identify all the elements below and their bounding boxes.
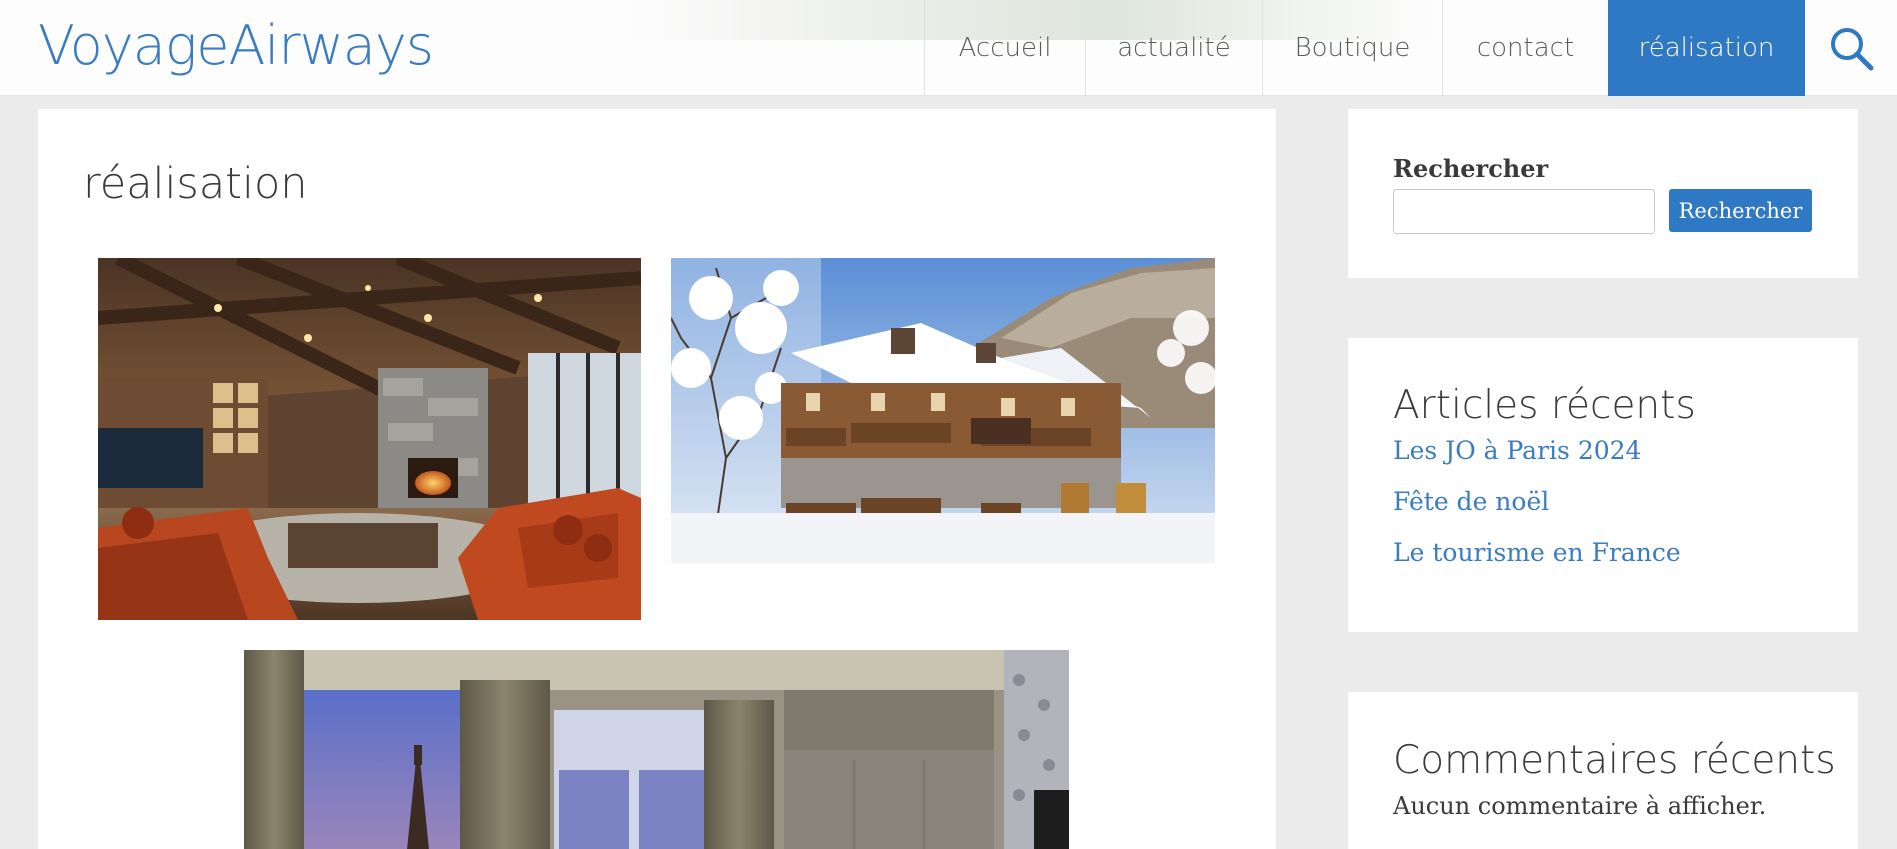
main-content: réalisation (38, 109, 1276, 849)
living-room-photo[interactable] (98, 258, 641, 620)
search-submit-button[interactable]: Rechercher (1669, 189, 1812, 232)
snowy-chalet-photo[interactable] (671, 258, 1215, 563)
recent-post-link-tourisme-france[interactable]: Le tourisme en France (1393, 538, 1681, 567)
page-title: réalisation (83, 159, 308, 209)
nav-item-realisation[interactable]: réalisation (1608, 0, 1805, 96)
recent-posts-title: Articles récents (1393, 383, 1696, 428)
recent-post-link-jo-paris[interactable]: Les JO à Paris 2024 (1393, 436, 1641, 465)
nav-item-boutique[interactable]: Boutique (1262, 0, 1442, 96)
header-search-button[interactable] (1805, 0, 1897, 96)
site-header: VoyageAirways Accueil actualité Boutique… (0, 0, 1897, 96)
paris-hotel-room-photo[interactable] (244, 650, 1069, 849)
no-comments-text: Aucun commentaire à afficher. (1393, 792, 1767, 820)
search-label: Rechercher (1393, 154, 1549, 183)
recent-posts-widget: Articles récents Les JO à Paris 2024 Fêt… (1348, 338, 1858, 632)
search-icon (1831, 28, 1874, 71)
search-input[interactable] (1393, 189, 1655, 234)
nav-item-contact[interactable]: contact (1442, 0, 1608, 96)
site-logo-link[interactable]: VoyageAirways (38, 14, 434, 77)
recent-comments-widget: Commentaires récents Aucun commentaire à… (1348, 692, 1858, 849)
search-widget: Rechercher Rechercher (1348, 109, 1858, 278)
main-navigation: Accueil actualité Boutique contact réali… (924, 0, 1897, 96)
recent-comments-title: Commentaires récents (1393, 738, 1836, 783)
nav-item-actualite[interactable]: actualité (1085, 0, 1262, 96)
recent-post-link-fete-noel[interactable]: Fête de noël (1393, 487, 1549, 516)
nav-item-accueil[interactable]: Accueil (924, 0, 1085, 96)
